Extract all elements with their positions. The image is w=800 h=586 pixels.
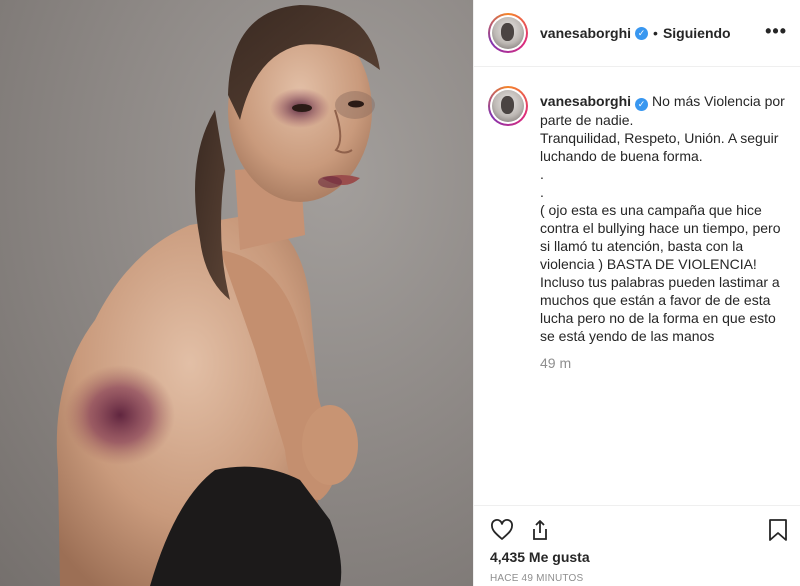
caption-line: luchando de buena forma. <box>540 147 703 164</box>
caption-line: ( ojo esta es una campaña que hice <box>540 201 762 218</box>
post-image[interactable] <box>0 0 473 586</box>
caption-line: contra el bullying hace un tiempo, pero <box>540 219 781 236</box>
caption-line: se está yendo de las manos <box>540 327 715 344</box>
post-age[interactable]: HACE 49 MINUTOS <box>490 573 583 584</box>
caption-line: parte de nadie. <box>540 111 634 128</box>
caption-line: No más Violencia por <box>652 93 785 109</box>
caption-line: violencia ) BASTA DE VIOLENCIA! <box>540 255 757 272</box>
comments-section: vanesaborghi ✓ No más Violencia por parte … <box>474 67 800 505</box>
caption-avatar[interactable] <box>488 86 528 126</box>
author-avatar[interactable] <box>488 13 528 53</box>
like-count[interactable]: 4,435 Me gusta <box>490 549 590 565</box>
verified-badge-icon: ✓ <box>635 97 649 111</box>
following-button[interactable]: Siguiendo <box>663 25 731 41</box>
caption-line: si llamó tu atención, basta con la <box>540 237 744 254</box>
caption-line: . <box>540 165 544 182</box>
caption-username[interactable]: vanesaborghi <box>540 93 631 109</box>
caption-line: Incluso tus palabras pueden lastimar a <box>540 273 780 290</box>
caption-line: lucha pero no de la forma en que esto <box>540 309 776 326</box>
avatar-image <box>492 17 524 49</box>
avatar-image <box>492 90 524 122</box>
post-actions: 4,435 Me gusta HACE 49 MINUTOS <box>474 505 800 586</box>
post-side-panel: vanesaborghi ✓ • Siguiendo ••• vanesabor… <box>473 0 800 586</box>
post-header: vanesaborghi ✓ • Siguiendo ••• <box>474 0 800 67</box>
separator-dot: • <box>653 25 658 41</box>
post-photo-illustration <box>56 5 380 586</box>
caption-line: muchos que están a favor de de esta <box>540 291 771 308</box>
heart-icon[interactable] <box>488 516 516 544</box>
more-options-icon[interactable]: ••• <box>765 22 787 40</box>
caption-line: Tranquilidad, Respeto, Unión. A seguir <box>540 129 779 146</box>
caption-timestamp[interactable]: 49 m <box>540 355 571 371</box>
verified-badge-icon: ✓ <box>635 26 649 40</box>
share-icon[interactable] <box>526 516 554 544</box>
author-username[interactable]: vanesaborghi <box>540 25 631 41</box>
post-caption: vanesaborghi ✓ No más Violencia por parte … <box>540 92 790 345</box>
bookmark-icon[interactable] <box>764 516 792 544</box>
caption-line: . <box>540 183 544 200</box>
